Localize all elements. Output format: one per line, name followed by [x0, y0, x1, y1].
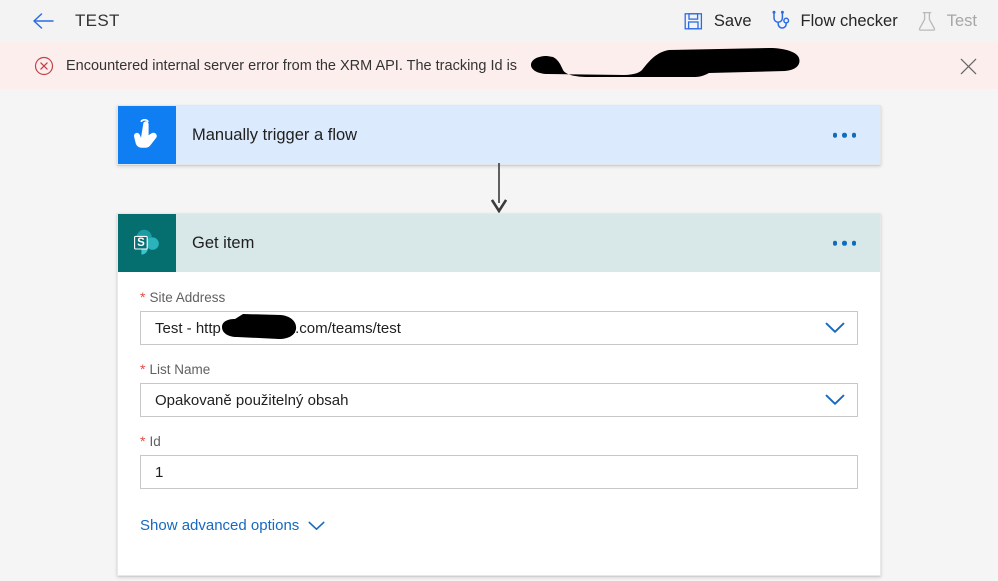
save-button-label: Save [713, 11, 752, 30]
arrow-down-icon [491, 163, 507, 213]
close-icon [960, 58, 976, 74]
error-message-bar: Encountered internal server error from t… [0, 42, 998, 89]
field-site-address: * Site Address Test - http sharepoint.co… [140, 290, 858, 345]
flow-designer-canvas: Manually trigger a flow S Get item * Sit… [0, 89, 998, 581]
top-command-bar: TEST Save Flow checker Test [0, 0, 998, 42]
action-card-get-item[interactable]: S Get item * Site Address Test - http sh… [117, 213, 881, 576]
test-button[interactable]: Test [907, 4, 986, 38]
field-list-name: * List Name Opakovaně použitelný obsah [140, 362, 858, 417]
tap-hand-icon [118, 106, 176, 164]
action-card-header[interactable]: S Get item [118, 214, 880, 272]
chevron-down-icon [308, 521, 325, 530]
id-input[interactable]: 1 [140, 455, 858, 489]
field-id-label: * Id [140, 433, 161, 449]
page-title: TEST [75, 11, 120, 30]
error-message-text: Encountered internal server error from t… [66, 57, 518, 74]
required-asterisk: * [140, 433, 146, 449]
trigger-card[interactable]: Manually trigger a flow [117, 105, 881, 165]
trigger-card-header[interactable]: Manually trigger a flow [118, 106, 880, 164]
flask-icon [916, 10, 938, 32]
chevron-down-icon[interactable] [825, 394, 845, 406]
list-name-input[interactable]: Opakovaně použitelný obsah [140, 383, 858, 417]
id-value: 1 [155, 463, 164, 481]
save-button[interactable]: Save [674, 4, 761, 38]
action-card-title: Get item [192, 233, 255, 252]
stethoscope-icon [770, 10, 792, 32]
test-button-label: Test [946, 11, 977, 30]
save-floppy-icon [683, 10, 705, 32]
command-bar-actions: Save Flow checker Test [674, 4, 986, 38]
svg-text:S: S [137, 237, 145, 249]
field-site-address-label: * Site Address [140, 289, 226, 305]
required-asterisk: * [140, 361, 146, 377]
back-button[interactable] [27, 4, 61, 38]
action-card-body: * Site Address Test - http sharepoint.co… [118, 272, 880, 575]
site-address-value: Test - http sharepoint.com/teams/test [155, 319, 401, 337]
error-close-button[interactable] [952, 50, 984, 82]
sharepoint-icon: S [118, 214, 176, 272]
flow-checker-button-label: Flow checker [800, 11, 898, 30]
action-ellipsis-icon[interactable] [827, 233, 863, 254]
list-name-value: Opakovaně použitelný obsah [155, 391, 349, 409]
back-arrow-icon [33, 13, 54, 29]
field-list-name-label: * List Name [140, 361, 211, 377]
field-id: * Id 1 [140, 434, 858, 489]
trigger-ellipsis-icon[interactable] [827, 125, 863, 146]
error-circle-x-icon [34, 56, 54, 75]
show-advanced-options-link[interactable]: Show advanced options [140, 517, 325, 534]
flow-checker-button[interactable]: Flow checker [761, 4, 907, 38]
site-address-input[interactable]: Test - http sharepoint.com/teams/test [140, 311, 858, 345]
show-advanced-options-label: Show advanced options [140, 517, 300, 534]
trigger-card-title: Manually trigger a flow [192, 125, 358, 144]
required-asterisk: * [140, 289, 146, 305]
chevron-down-icon[interactable] [825, 322, 845, 334]
